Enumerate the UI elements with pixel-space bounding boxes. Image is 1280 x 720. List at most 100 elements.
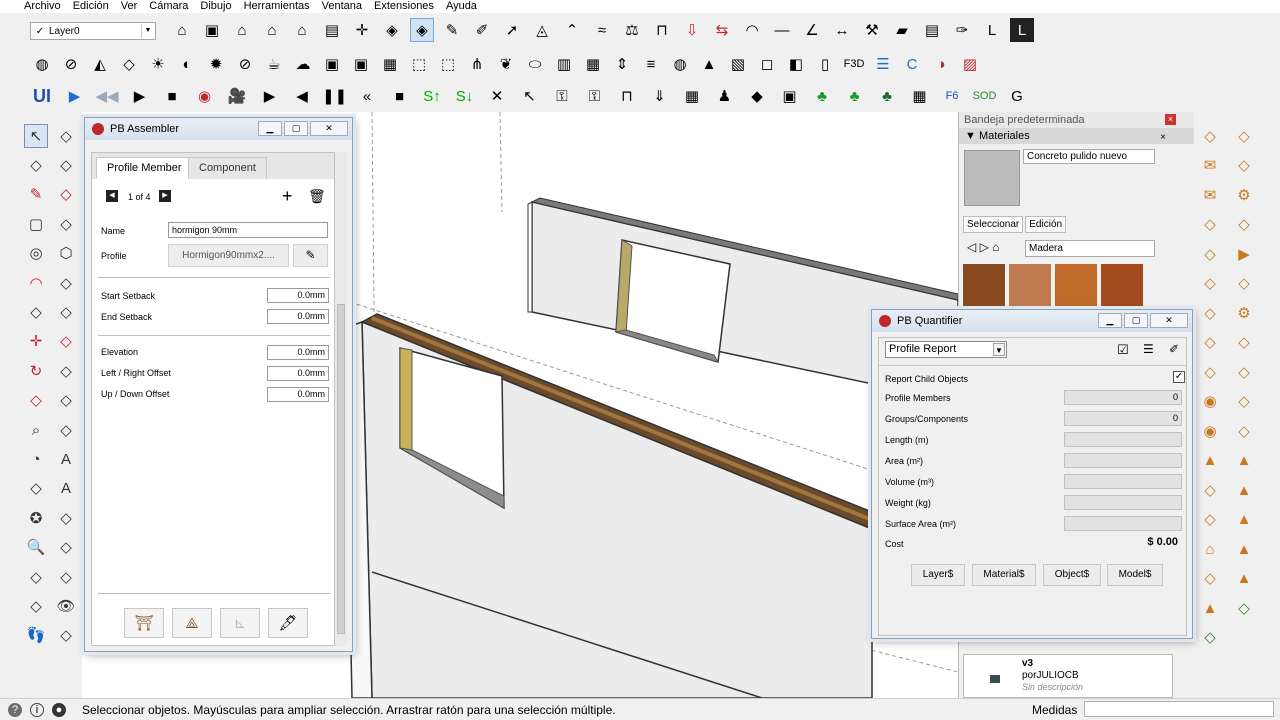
menu-herramientas[interactable]: Herramientas [238, 0, 316, 13]
tree-icon[interactable]: ♣ [810, 84, 834, 108]
cube-alt-icon[interactable]: ⬚ [436, 52, 460, 76]
disabled-tool-button[interactable]: ⊾ [220, 608, 260, 638]
circle-icon[interactable]: ◎ [24, 242, 48, 266]
report-type-select[interactable]: Profile Report ▼ [885, 341, 1007, 358]
shield-icon[interactable]: ◇ [117, 52, 141, 76]
start-setback-field[interactable]: 0.0mm [267, 288, 329, 303]
rewind-gray-icon[interactable]: « [355, 84, 379, 108]
up-down-offset-field[interactable]: 0.0mm [267, 387, 329, 402]
gear-icon[interactable]: ⚙ [1232, 301, 1256, 325]
menu-extensiones[interactable]: Extensiones [368, 0, 440, 13]
material-thumb[interactable] [1101, 264, 1143, 306]
eyedropper-button[interactable]: 🖋 [268, 608, 308, 638]
kettle-icon[interactable]: ☕ [262, 52, 286, 76]
component-icon[interactable]: ◇ [54, 124, 78, 148]
back-gray-icon[interactable]: ◀ [290, 84, 314, 108]
dash-alt-icon[interactable]: ◇ [1232, 390, 1256, 414]
door-icon[interactable]: ⊓ [650, 18, 674, 42]
play-icon[interactable]: ▶ [63, 84, 87, 108]
frame-tool-button[interactable]: ⛩ [124, 608, 164, 638]
f6-icon[interactable]: F6 [940, 84, 964, 108]
assembler-titlebar[interactable]: PB Assembler ▁ ▢ ✕ [85, 118, 352, 140]
close-icon[interactable]: ✕ [310, 121, 348, 136]
menu-camara[interactable]: Cámara [143, 0, 194, 13]
layer-select[interactable]: ✓ Layer0 ▼ [30, 22, 156, 40]
brush-icon[interactable]: ✐ [470, 18, 494, 42]
material-thumb[interactable] [1009, 264, 1051, 306]
move-icon[interactable]: ⇆ [710, 18, 734, 42]
half-circle-icon[interactable]: ◐ [175, 52, 199, 76]
select-icon[interactable]: ↖ [24, 124, 48, 148]
eye-icon[interactable]: ◉ [1198, 390, 1222, 414]
cube-outline-icon[interactable]: ◻ [755, 52, 779, 76]
object-cost-button[interactable]: Object$ [1043, 564, 1101, 586]
house-icon[interactable]: ⌂ [260, 18, 284, 42]
camera-icon[interactable]: 🎥 [225, 84, 249, 108]
angle-icon[interactable]: ∠ [800, 18, 824, 42]
line-icon[interactable]: — [770, 18, 794, 42]
arrow-icon[interactable]: ➚ [500, 18, 524, 42]
arc-icon[interactable]: ◠ [740, 18, 764, 42]
sod-icon[interactable]: SOD [973, 84, 997, 108]
measurements-input[interactable] [1084, 701, 1274, 717]
s-down-icon[interactable]: S↓ [453, 84, 477, 108]
tree-alt-icon[interactable]: ♣ [843, 84, 867, 108]
save-icon[interactable]: ▤ [920, 18, 944, 42]
elevation-field[interactable]: 0.0mm [267, 345, 329, 360]
push-pull-icon[interactable]: ◇ [54, 330, 78, 354]
c-icon[interactable]: C [900, 52, 924, 76]
book-icon[interactable]: ▥ [552, 52, 576, 76]
house-alt-icon[interactable]: ⌂ [290, 18, 314, 42]
quantifier-titlebar[interactable]: PB Quantifier ▁ ▢ ✕ [872, 310, 1192, 332]
layers-orange-icon[interactable]: ◇ [1198, 301, 1222, 325]
roof-outline-icon[interactable]: ◇ [1198, 124, 1222, 148]
osm-icon[interactable]: ◆ [745, 84, 769, 108]
menu-dibujo[interactable]: Dibujo [194, 0, 237, 13]
download-icon[interactable]: ⇓ [648, 84, 672, 108]
ui-icon[interactable]: UI [30, 84, 54, 108]
walk-icon[interactable]: 👣 [24, 624, 48, 648]
window-icon[interactable]: ▣ [320, 52, 344, 76]
report-child-objects-checkbox[interactable]: ✓ [1173, 371, 1185, 383]
tab-component[interactable]: Component [188, 157, 267, 179]
sun-alt-icon[interactable]: ✹ [204, 52, 228, 76]
window-alt-icon[interactable]: ▣ [349, 52, 373, 76]
warehouse-icon[interactable]: ⌂ [170, 18, 194, 42]
follow-me-icon[interactable]: ◇ [54, 359, 78, 383]
wrench-icon[interactable]: ⚒ [860, 18, 884, 42]
house-outline-icon[interactable]: ⌂ [1198, 537, 1222, 561]
zoom-window-icon[interactable]: ◇ [54, 536, 78, 560]
pencil-icon[interactable]: ✎ [440, 18, 464, 42]
play-gray-icon[interactable]: ▶ [258, 84, 282, 108]
component-item[interactable]: v3 porJULIOCB Sin descripción [963, 654, 1173, 698]
door-alt-icon[interactable]: ⊓ [615, 84, 639, 108]
orbit-icon[interactable]: ✪ [24, 506, 48, 530]
axes-icon[interactable]: ◇ [24, 477, 48, 501]
minimize-icon[interactable]: ▁ [258, 121, 282, 136]
trash-icon[interactable]: 🗑 [308, 188, 326, 205]
tape-measure-icon[interactable]: ⌕ [24, 418, 48, 442]
box-v-icon[interactable]: ▲ [1232, 508, 1256, 532]
layer-cost-button[interactable]: Layer$ [911, 564, 965, 586]
pie-alt-icon[interactable]: ◇ [54, 300, 78, 324]
folder-icon[interactable]: ▤ [320, 18, 344, 42]
stack-icon[interactable]: ≡ [639, 52, 663, 76]
f3d-icon[interactable]: F3D [842, 52, 866, 76]
scale-icon[interactable]: ⚖ [620, 18, 644, 42]
s-up-icon[interactable]: S↑ [420, 84, 444, 108]
pie-arc-icon[interactable]: ◇ [24, 300, 48, 324]
previous-view-icon[interactable]: ◇ [54, 565, 78, 589]
rotate-icon[interactable]: ↻ [24, 359, 48, 383]
chat-icon[interactable]: ◇ [1198, 242, 1222, 266]
g-icon[interactable]: G [1005, 84, 1029, 108]
arc-alt-icon[interactable]: ◇ [54, 271, 78, 295]
person-icon[interactable]: ♟ [713, 84, 737, 108]
minimize-icon[interactable]: ▁ [1098, 313, 1122, 328]
cloud-icon[interactable]: ☁ [291, 52, 315, 76]
wave-icon[interactable]: ≈ [590, 18, 614, 42]
film-icon[interactable]: ◇ [1198, 508, 1222, 532]
material-swatch[interactable] [964, 150, 1020, 206]
stairs-alt-icon[interactable]: ◇ [1198, 478, 1222, 502]
roof-icon[interactable]: ⌃ [560, 18, 584, 42]
rewind-icon[interactable]: ◀◀ [95, 84, 119, 108]
